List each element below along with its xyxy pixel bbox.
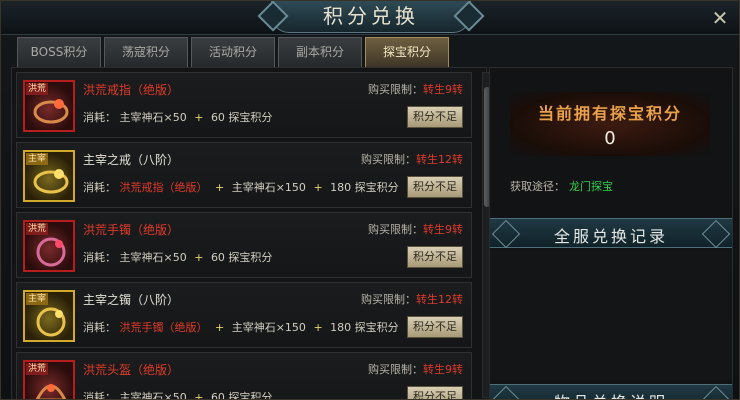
exchange-button[interactable]: 积分不足 (407, 316, 463, 338)
tab-suppression-points[interactable]: 荡寇积分 (104, 37, 188, 67)
limit-label: 购买限制： (361, 153, 416, 166)
tab-dungeon-points[interactable]: 副本积分 (278, 37, 362, 67)
source-label: 获取途径： (510, 180, 565, 193)
plus-sign: + (194, 251, 204, 264)
item-cost: 消耗： 主宰神石×50 + 60 探宝积分 (83, 249, 272, 265)
limit-label: 购买限制： (368, 223, 423, 236)
cost-material: 主宰神石×50 (119, 251, 187, 264)
exchange-explain-title: 物品兑换说明 (490, 389, 732, 399)
cost-material: 主宰神石×50 (119, 111, 187, 124)
points-display: 当前拥有探宝积分 0 (510, 92, 710, 156)
title-bar: 积分兑换 ✕ (1, 1, 739, 35)
bracelet-item-icon[interactable]: 洪荒 (23, 220, 75, 272)
tab-treasure-points[interactable]: 探宝积分 (365, 37, 449, 68)
purchase-limit: 购买限制：转生9转 (368, 81, 463, 97)
exchange-button[interactable]: 积分不足 (407, 176, 463, 198)
purchase-limit: 购买限制：转生12转 (361, 151, 463, 167)
item-cost: 消耗： 主宰神石×50 + 60 探宝积分 (83, 389, 273, 400)
title-plate: 积分兑换 (271, 1, 471, 33)
tab-boss-points[interactable]: BOSS积分 (17, 37, 101, 67)
limit-label: 购买限制： (368, 363, 423, 376)
cost-points: 180 探宝积分 (330, 321, 399, 334)
points-title: 当前拥有探宝积分 (537, 104, 682, 123)
item-list: 洪荒 洪荒戒指（绝版） 消耗： 主宰神石×50 + 60 探宝积分 购买限制：转… (11, 67, 492, 400)
window-title: 积分兑换 (323, 4, 419, 28)
purchase-limit: 购买限制：转生9转 (368, 221, 463, 237)
limit-label: 购买限制： (361, 293, 416, 306)
cost-points: 180 探宝积分 (330, 181, 399, 194)
item-cost: 消耗： 洪荒手镯（绝版） + 主宰神石×150 + 180 探宝积分 (83, 319, 399, 335)
limit-value: 转生12转 (416, 293, 463, 306)
cost-label: 消耗： (83, 321, 116, 334)
source-link[interactable]: 龙门探宝 (569, 180, 613, 193)
plus-sign: + (194, 391, 204, 400)
cost-points: 60 探宝积分 (210, 111, 273, 124)
item-name: 洪荒戒指（绝版） (83, 83, 180, 97)
item-cost: 消耗： 洪荒戒指（绝版） + 主宰神石×150 + 180 探宝积分 (83, 179, 399, 195)
ring-item-icon[interactable]: 洪荒 (23, 80, 75, 132)
exchange-button[interactable]: 积分不足 (407, 106, 463, 128)
server-records-title: 全服兑换记录 (553, 227, 668, 246)
info-panel: 当前拥有探宝积分 0 获取途径： 龙门探宝 全服兑换记录 物品兑换说明 (489, 67, 733, 399)
exchange-button[interactable]: 积分不足 (407, 246, 463, 268)
ring-item-icon[interactable]: 主宰 (23, 150, 75, 202)
purchase-limit: 购买限制：转生9转 (368, 361, 463, 377)
cost-points: 60 探宝积分 (210, 251, 273, 264)
limit-value: 转生9转 (423, 363, 463, 376)
exchange-explain-banner[interactable]: 物品兑换说明 (490, 384, 732, 399)
item-name: 主宰之镯（八阶） (83, 293, 180, 307)
item-name: 主宰之戒（八阶） (83, 153, 180, 167)
limit-label: 购买限制： (368, 83, 423, 96)
item-name: 洪荒手镯（绝版） (83, 223, 180, 237)
cost-label: 消耗： (83, 111, 116, 124)
close-icon[interactable]: ✕ (709, 7, 731, 29)
exchange-window: 积分兑换 ✕ BOSS积分 荡寇积分 活动积分 副本积分 探宝积分 洪荒 洪荒戒… (0, 0, 740, 400)
list-item: 主宰 主宰之戒（八阶） 消耗： 洪荒戒指（绝版） + 主宰神石×150 + 18… (16, 142, 472, 208)
cost-material: 主宰神石×150 (231, 181, 306, 194)
list-item: 洪荒 洪荒头盔（绝版） 消耗： 主宰神石×50 + 60 探宝积分 购买限制：转… (16, 352, 472, 400)
item-name: 洪荒头盔（绝版） (83, 363, 180, 377)
plus-sign: + (215, 321, 225, 334)
cost-required-item: 洪荒戒指（绝版） (119, 181, 208, 194)
server-records-list (490, 250, 732, 380)
bracelet-item-icon[interactable]: 主宰 (23, 290, 75, 342)
cost-label: 消耗： (83, 181, 116, 194)
tab-bar: BOSS积分 荡寇积分 活动积分 副本积分 探宝积分 (17, 37, 449, 68)
limit-value: 转生9转 (423, 223, 463, 236)
tab-activity-points[interactable]: 活动积分 (191, 37, 275, 67)
limit-value: 转生9转 (423, 83, 463, 96)
server-records-banner[interactable]: 全服兑换记录 (490, 218, 732, 248)
list-item: 洪荒 洪荒手镯（绝版） 消耗： 主宰神石×50 + 60 探宝积分 购买限制：转… (16, 212, 472, 278)
purchase-limit: 购买限制：转生12转 (361, 291, 463, 307)
points-value: 0 (604, 128, 616, 149)
cost-material: 主宰神石×150 (231, 321, 306, 334)
helmet-item-icon[interactable]: 洪荒 (23, 360, 75, 399)
list-item: 主宰 主宰之镯（八阶） 消耗： 洪荒手镯（绝版） + 主宰神石×150 + 18… (16, 282, 472, 348)
cost-material: 主宰神石×50 (119, 391, 187, 400)
limit-value: 转生12转 (416, 153, 463, 166)
plus-sign: + (313, 321, 323, 334)
cost-points: 60 探宝积分 (210, 391, 273, 400)
item-cost: 消耗： 主宰神石×50 + 60 探宝积分 (83, 109, 272, 125)
plus-sign: + (215, 181, 225, 194)
cost-label: 消耗： (83, 251, 116, 264)
plus-sign: + (194, 111, 204, 124)
plus-sign: + (313, 181, 323, 194)
points-source: 获取途径： 龙门探宝 (510, 178, 613, 194)
list-item: 洪荒 洪荒戒指（绝版） 消耗： 主宰神石×50 + 60 探宝积分 购买限制：转… (16, 72, 472, 138)
cost-required-item: 洪荒手镯（绝版） (119, 321, 208, 334)
exchange-button[interactable]: 积分不足 (407, 386, 463, 399)
cost-label: 消耗： (83, 391, 116, 400)
